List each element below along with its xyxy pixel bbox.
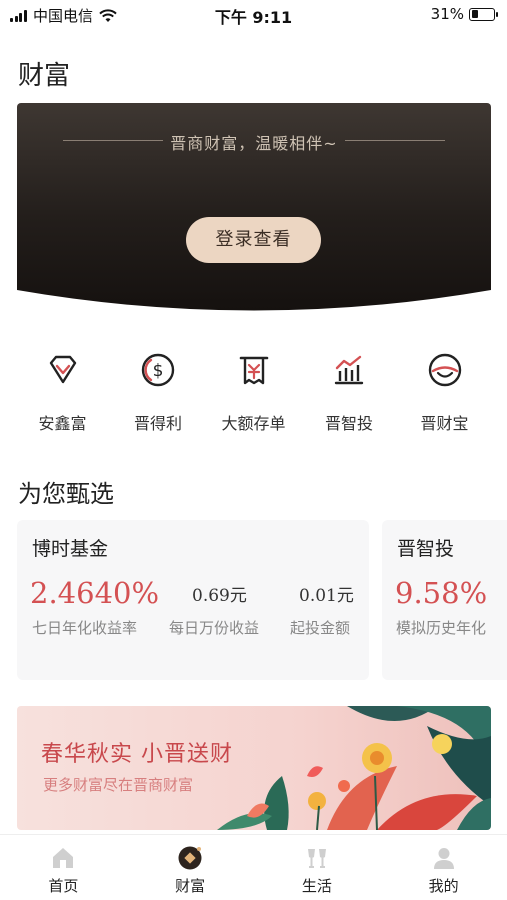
wealth-page: 中国电信 下午 9:11 31% 财富 晋商财富，温暖相伴~ 登录查看 安鑫富 … xyxy=(0,0,507,900)
tab-label: 财富 xyxy=(175,877,206,895)
user-icon xyxy=(433,848,454,869)
quick-entry-row: 安鑫富 $ 晋得利 大额存单 晋智投 晋财宝 xyxy=(15,350,492,434)
tab-wealth[interactable]: 财富 xyxy=(127,835,254,900)
quick-entry-label: 晋得利 xyxy=(133,414,182,433)
battery-icon xyxy=(469,7,498,21)
product-per10k-value: 0.69元 xyxy=(192,586,247,606)
bottom-tab-bar: 首页 财富 生活 我的 xyxy=(0,834,507,900)
tab-home[interactable]: 首页 xyxy=(0,835,127,900)
product-rate-label: 模拟历史年化 xyxy=(396,619,487,637)
quick-entry-jinzhitou[interactable]: 晋智投 xyxy=(302,350,397,434)
battery-percent: 31% xyxy=(430,5,464,23)
quick-entry-anxinfu[interactable]: 安鑫富 xyxy=(15,350,110,434)
tab-label: 首页 xyxy=(48,877,79,895)
product-title: 博时基金 xyxy=(32,538,109,560)
diamond-icon xyxy=(49,355,76,384)
product-card-jinzhitou[interactable]: 晋智投 9.58% 模拟历史年化 xyxy=(382,520,507,680)
tab-life[interactable]: 生活 xyxy=(254,835,381,900)
battery-fill xyxy=(471,10,478,18)
wealth-coin-icon xyxy=(178,846,202,870)
cheers-icon xyxy=(307,849,326,868)
banner-subtitle: 更多财富尽在晋商财富 xyxy=(43,776,194,794)
quick-entry-large-deposit[interactable]: 大额存单 xyxy=(206,350,301,434)
hero-card: 晋商财富，温暖相伴~ 登录查看 xyxy=(17,103,491,313)
banner-artwork xyxy=(17,706,491,830)
product-rate: 9.58% xyxy=(395,576,488,610)
product-rate: 2.4640% xyxy=(30,576,160,610)
product-rate-label: 七日年化收益率 xyxy=(32,619,138,637)
status-right: 31% xyxy=(430,5,498,23)
product-card-boshi[interactable]: 博时基金 2.4640% 七日年化收益率 0.69元 每日万份收益 0.01元 … xyxy=(17,520,369,680)
hero-divider-right xyxy=(345,140,445,141)
home-icon xyxy=(53,848,74,868)
quick-entry-jincaibao[interactable]: 晋财宝 xyxy=(397,350,492,434)
promo-banner[interactable]: 春华秋实 小晋送财 更多财富尽在晋商财富 xyxy=(17,706,491,830)
product-min-invest-label: 起投金额 xyxy=(290,619,351,637)
product-min-invest-value: 0.01元 xyxy=(299,586,354,606)
dollar-coin-icon: $ xyxy=(141,353,175,387)
section-title: 为您甄选 xyxy=(18,480,114,508)
page-title: 财富 xyxy=(18,61,71,91)
tab-label: 我的 xyxy=(428,877,459,895)
banner-title: 春华秋实 小晋送财 xyxy=(41,742,233,767)
quick-entry-jindeli[interactable]: $ 晋得利 xyxy=(111,350,206,434)
tab-label: 生活 xyxy=(301,877,332,895)
quick-entry-label: 晋财宝 xyxy=(420,414,469,433)
product-per10k-label: 每日万份收益 xyxy=(169,619,260,637)
login-view-button[interactable]: 登录查看 xyxy=(186,217,321,263)
quick-entry-label: 大额存单 xyxy=(221,414,286,433)
svg-text:$: $ xyxy=(153,361,164,381)
quick-entry-label: 晋智投 xyxy=(324,414,373,433)
quick-entry-label: 安鑫富 xyxy=(38,414,87,433)
receipt-icon xyxy=(239,356,268,385)
treasure-icon xyxy=(428,353,461,387)
hero-slogan: 晋商财富，温暖相伴~ xyxy=(170,134,338,153)
status-bar: 中国电信 下午 9:11 31% xyxy=(0,0,507,30)
product-title: 晋智投 xyxy=(397,538,455,560)
bar-chart-icon xyxy=(334,355,364,385)
tab-mine[interactable]: 我的 xyxy=(380,835,507,900)
